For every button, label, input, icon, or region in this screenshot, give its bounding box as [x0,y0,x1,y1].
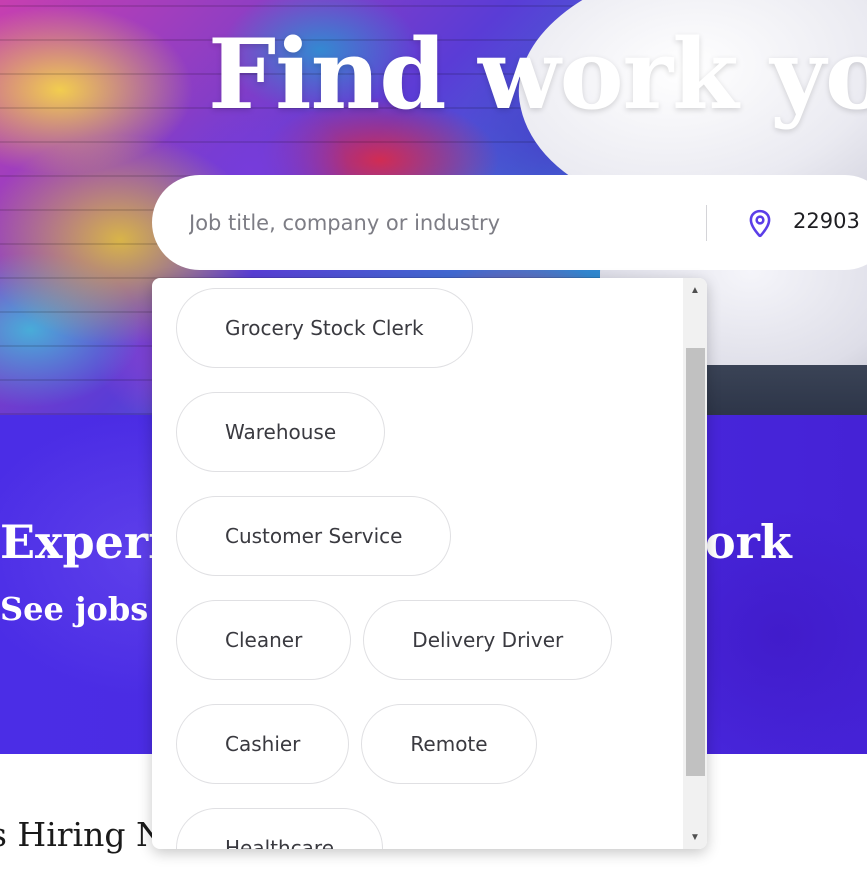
promo-title-end: ork [705,515,792,569]
suggestion-chip[interactable]: Warehouse [176,392,386,472]
location-input[interactable]: 22903 [793,209,860,233]
suggestion-chip[interactable]: Remote [361,704,537,784]
suggestion-chip[interactable]: Healthcare [176,808,384,849]
suggestion-chip[interactable]: Grocery Stock Clerk [176,288,473,368]
dropdown-scrollbar[interactable]: ▲ ▼ [683,278,707,849]
hero-title: Find work you [208,18,867,131]
triangle-down-icon[interactable]: ▼ [683,827,707,847]
suggestion-chip-list: Grocery Stock Clerk Warehouse Customer S… [176,288,676,849]
suggestion-chip[interactable]: Cashier [176,704,350,784]
promo-title: Experi [0,515,166,569]
search-bar: 22903 [152,175,867,270]
search-divider [706,205,707,241]
suggestion-chip[interactable]: Delivery Driver [363,600,613,680]
triangle-up-icon[interactable]: ▲ [683,280,707,300]
scrollbar-thumb[interactable] [686,348,705,776]
hero-photo-jeans [700,365,867,415]
suggestion-chip[interactable]: Customer Service [176,496,452,576]
job-search-input[interactable] [189,205,689,241]
map-pin-icon [749,209,771,238]
suggestion-chip[interactable]: Cleaner [176,600,352,680]
search-suggestions-dropdown: Grocery Stock Clerk Warehouse Customer S… [152,278,707,849]
